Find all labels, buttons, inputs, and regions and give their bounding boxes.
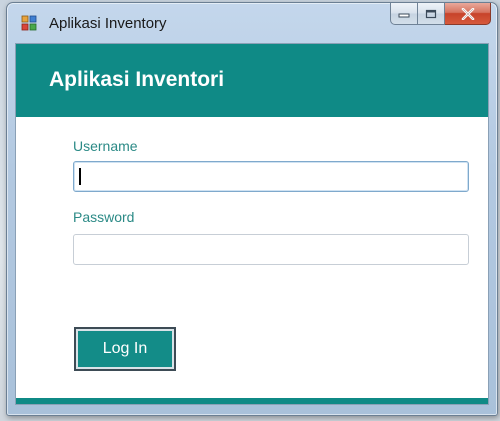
login-window: Aplikasi Inventory Aplikasi Inventori Us… <box>6 2 498 416</box>
password-input[interactable] <box>73 234 469 265</box>
app-icon <box>21 15 37 31</box>
form-client-area: Aplikasi Inventori Username Password Log… <box>15 43 489 405</box>
window-controls <box>390 3 491 25</box>
minimize-icon <box>398 13 410 17</box>
title-bar[interactable]: Aplikasi Inventory <box>7 3 497 43</box>
username-input[interactable] <box>73 161 469 192</box>
maximize-button[interactable] <box>418 3 445 25</box>
footer-accent-bar <box>16 398 488 404</box>
maximize-icon <box>425 9 437 18</box>
password-label: Password <box>73 209 135 225</box>
close-icon <box>461 7 474 20</box>
text-caret <box>79 168 81 185</box>
username-label: Username <box>73 138 138 154</box>
window-title: Aplikasi Inventory <box>49 15 167 32</box>
login-button[interactable]: Log In <box>74 327 176 371</box>
header-banner: Aplikasi Inventori <box>16 44 488 117</box>
page-title: Aplikasi Inventori <box>49 68 225 91</box>
minimize-button[interactable] <box>390 3 418 25</box>
close-button[interactable] <box>445 3 491 25</box>
